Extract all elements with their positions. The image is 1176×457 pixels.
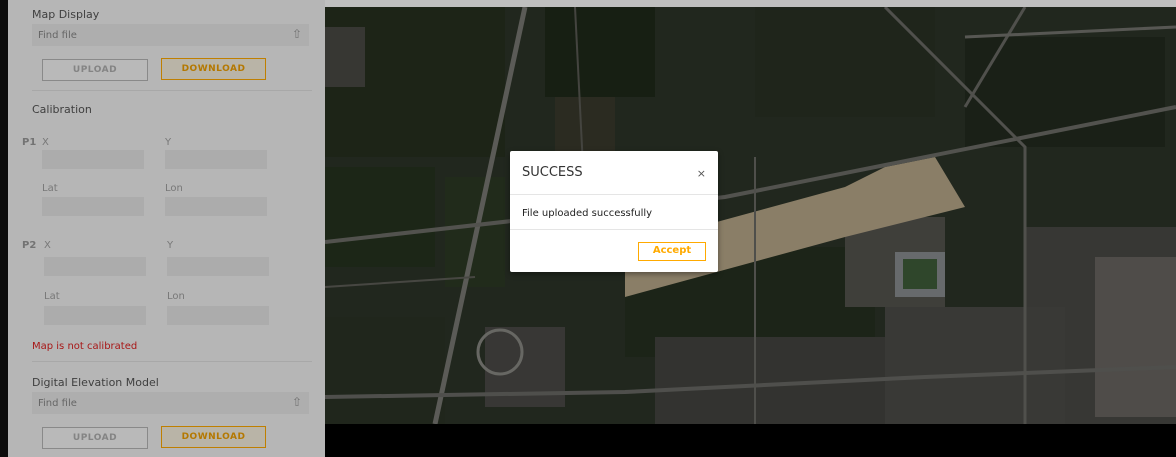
dialog-divider: [510, 229, 718, 230]
dialog-header: SUCCESS ×: [510, 151, 718, 195]
dialog-title: SUCCESS: [522, 165, 583, 180]
success-dialog: SUCCESS × File uploaded successfully Acc…: [510, 151, 718, 272]
close-icon[interactable]: ×: [697, 167, 706, 180]
accept-button[interactable]: Accept: [638, 242, 706, 261]
dialog-message: File uploaded successfully: [522, 208, 653, 219]
